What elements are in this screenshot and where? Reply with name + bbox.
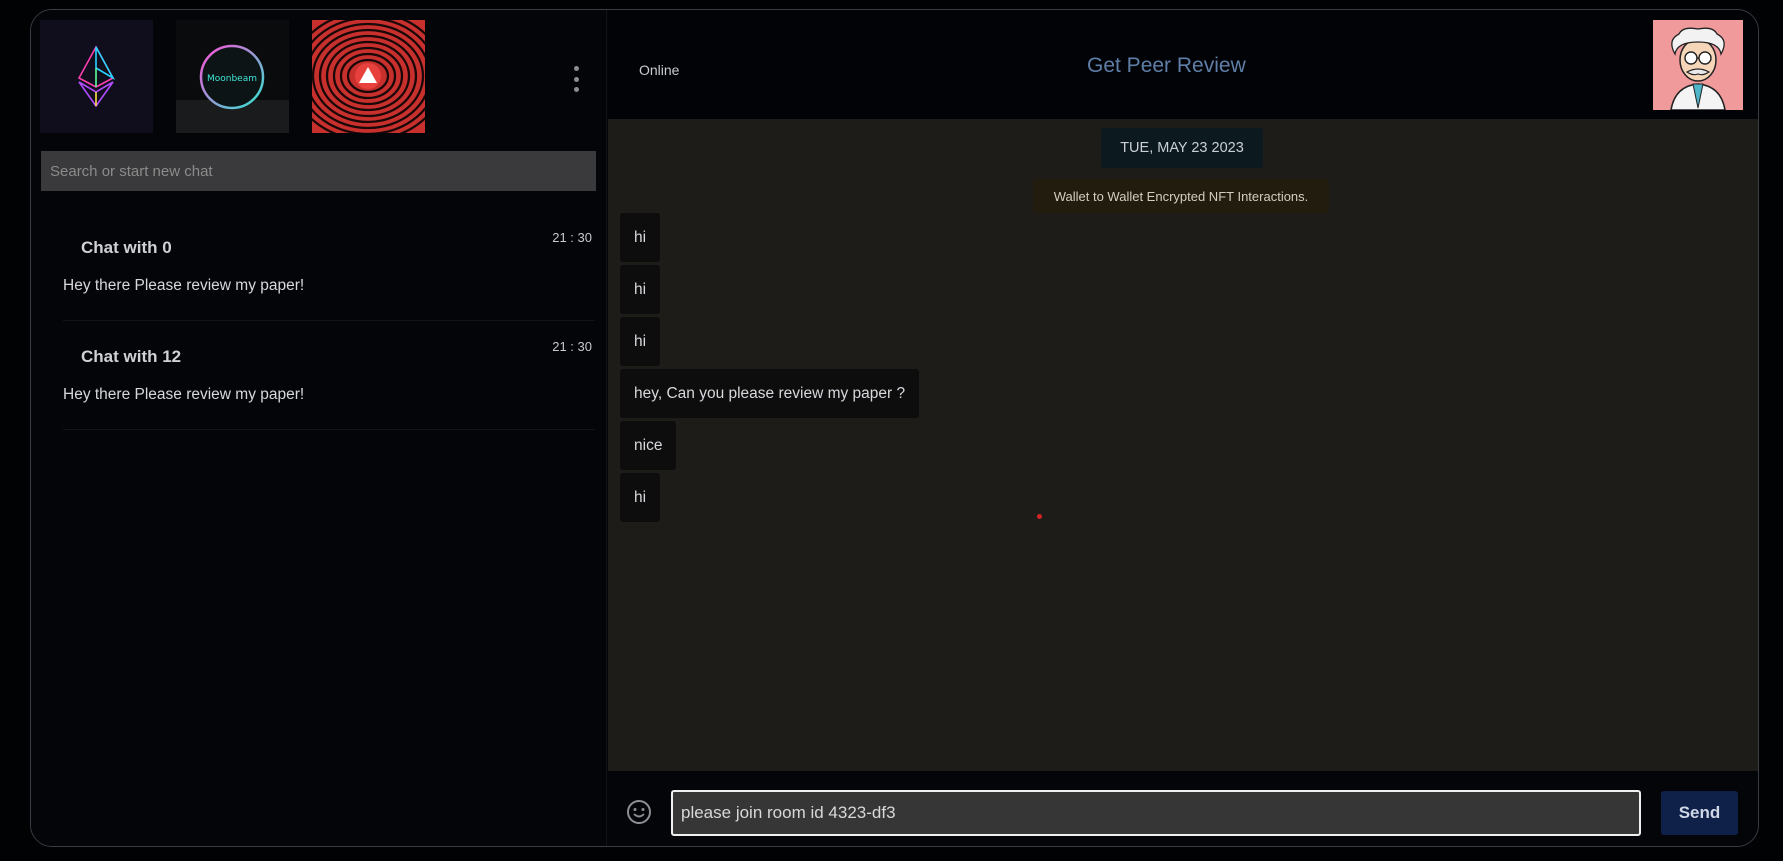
kebab-menu-icon[interactable] xyxy=(568,64,584,94)
date-separator: TUE, MAY 23 2023 xyxy=(1101,128,1263,168)
moonbeam-logo-text: Moonbeam xyxy=(207,74,257,84)
scientist-avatar-icon[interactable] xyxy=(1653,20,1743,110)
chat-time: 21 : 30 xyxy=(552,230,592,245)
avalanche-logo-image[interactable] xyxy=(312,20,425,133)
online-status: Online xyxy=(639,62,680,78)
message-bubble: hi xyxy=(620,213,661,262)
message-bubble: hi xyxy=(620,473,661,522)
send-button[interactable]: Send xyxy=(1661,791,1738,835)
chat-preview: Hey there Please review my paper! xyxy=(63,386,305,403)
conversation-panel: Online Get Peer Review TUE, MAY 23 2023 xyxy=(608,10,1758,846)
chat-list-item[interactable]: Chat with 0 21 : 30 Hey there Please rev… xyxy=(63,220,595,321)
conversation-title: Get Peer Review xyxy=(1087,54,1246,77)
chat-title: Chat with 12 xyxy=(81,347,182,366)
chat-list-item[interactable]: Chat with 12 21 : 30 Hey there Please re… xyxy=(63,329,595,430)
chat-preview: Hey there Please review my paper! xyxy=(63,277,305,294)
app-window: Moonbeam Search or start new chat Chat w… xyxy=(30,9,1759,847)
search-input[interactable] xyxy=(41,151,596,191)
encryption-notice: Wallet to Wallet Encrypted NFT Interacti… xyxy=(1033,179,1329,213)
message-bubble: nice xyxy=(620,421,677,470)
chat-title: Chat with 0 xyxy=(81,238,172,257)
message-bubble: hi xyxy=(620,265,661,314)
moonbeam-logo-image[interactable]: Moonbeam xyxy=(176,20,289,133)
message-bubble: hey, Can you please review my paper ? xyxy=(620,369,920,418)
cursor-dot xyxy=(1037,514,1042,519)
message-input[interactable] xyxy=(671,790,1641,836)
message-bubble: hi xyxy=(620,317,661,366)
chat-time: 21 : 30 xyxy=(552,339,592,354)
message-area[interactable]: TUE, MAY 23 2023 Wallet to Wallet Encryp… xyxy=(608,119,1758,771)
emoji-smile-icon[interactable] xyxy=(625,798,653,826)
chat-list-panel: Moonbeam Search or start new chat Chat w… xyxy=(31,10,607,846)
message-composer: Send xyxy=(608,771,1758,846)
conversation-header: Online Get Peer Review xyxy=(608,10,1758,119)
ethereum-logo-image[interactable] xyxy=(40,20,153,133)
